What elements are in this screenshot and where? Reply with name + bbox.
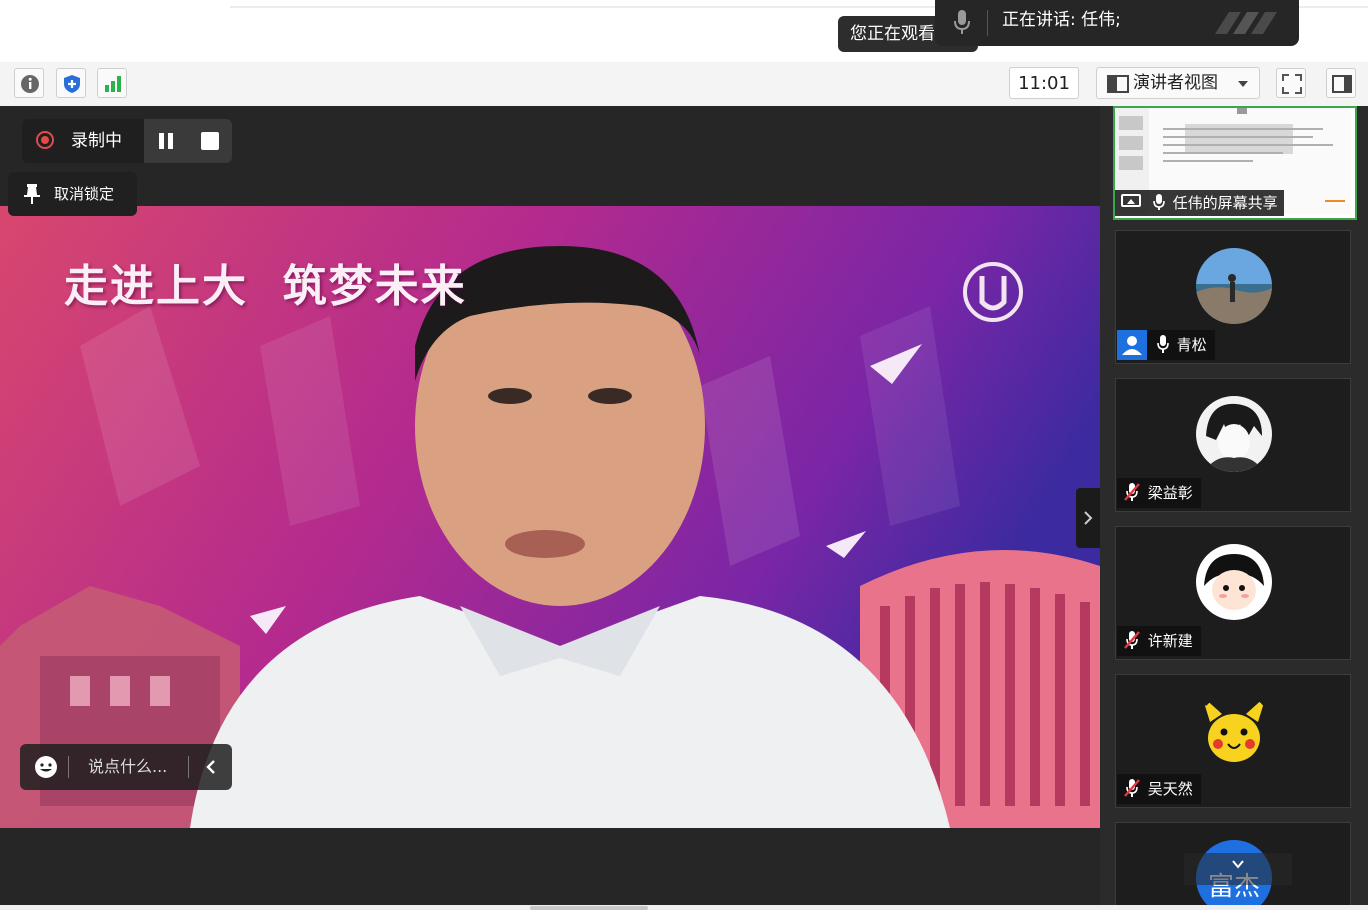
bottom-edge <box>0 905 1368 910</box>
network-button[interactable] <box>97 68 127 98</box>
avatar <box>1196 396 1272 472</box>
sidebar-toggle-button[interactable] <box>1326 68 1356 98</box>
user-icon <box>1117 330 1147 360</box>
layout-icon <box>1107 75 1129 93</box>
emoji-icon[interactable] <box>34 755 58 779</box>
speaker-video: 走进上大 筑梦未来 <box>0 206 1100 828</box>
mic-off-icon <box>1124 779 1140 797</box>
participant-tag: 青松 <box>1117 330 1215 360</box>
info-icon <box>21 75 39 93</box>
recording-buttons <box>144 119 232 163</box>
meeting-toolbar: 11:01 演讲者视图 <box>0 62 1368 107</box>
pin-icon <box>24 184 40 204</box>
chevron-down-icon <box>1232 860 1244 869</box>
chat-separator-right <box>188 756 189 778</box>
expand-overlay[interactable] <box>1184 853 1292 885</box>
info-button[interactable] <box>14 68 44 98</box>
fullscreen-icon <box>1282 74 1302 94</box>
unlock-label: 取消锁定 <box>54 185 115 203</box>
chat-separator <box>68 756 69 778</box>
screen-share-tag: 任伟的屏幕共享 <box>1115 190 1284 216</box>
participant-tag: 吴天然 <box>1117 774 1201 804</box>
chevron-down-icon <box>1238 81 1248 87</box>
participant-tile[interactable]: 梁益彰 <box>1115 378 1351 512</box>
signal-bars-icon <box>105 76 121 92</box>
collapse-sidebar-button[interactable] <box>1076 488 1100 548</box>
participant-tag: 许新建 <box>1117 626 1201 656</box>
mic-off-icon <box>1124 483 1140 501</box>
app-logo-icon <box>1215 12 1277 34</box>
participant-name: 梁益彰 <box>1147 484 1193 502</box>
mic-icon <box>1156 335 1169 353</box>
mic-off-icon <box>1124 631 1140 649</box>
participant-name: 许新建 <box>1147 632 1193 650</box>
horizontal-scrollbar[interactable] <box>530 906 648 910</box>
participant-name: 吴天然 <box>1147 780 1193 798</box>
speaking-text: 正在讲话: 任伟; <box>1002 10 1121 30</box>
stop-recording-button[interactable] <box>200 131 220 151</box>
view-mode-dropdown[interactable]: 演讲者视图 <box>1096 67 1260 99</box>
screen-share-thumbnail[interactable]: 任伟的屏幕共享 <box>1113 106 1357 220</box>
participant-name: 青松 <box>1176 336 1207 354</box>
speaking-indicator: 正在讲话: 任伟; <box>935 0 1299 46</box>
chat-input[interactable]: 说点什么... <box>20 744 232 790</box>
screen-share-label: 任伟的屏幕共享 <box>1172 194 1278 212</box>
record-dot-icon <box>36 131 54 149</box>
participant-tile[interactable]: 富杰 <box>1115 822 1351 906</box>
participant-tag: 梁益彰 <box>1117 478 1201 508</box>
participant-tile[interactable]: 许新建 <box>1115 526 1351 660</box>
speaking-separator <box>987 10 988 36</box>
panel-right-icon <box>1332 75 1352 93</box>
recording-label: 录制中 <box>71 131 122 151</box>
unlock-pin-button[interactable]: 取消锁定 <box>8 172 137 216</box>
chevron-left-icon[interactable] <box>204 759 218 775</box>
banner-slogan: 走进上大 筑梦未来 <box>64 261 467 312</box>
view-mode-label: 演讲者视图 <box>1133 73 1218 93</box>
chat-placeholder[interactable]: 说点什么... <box>88 744 167 790</box>
shield-icon <box>64 75 80 93</box>
pause-recording-button[interactable] <box>156 131 176 151</box>
avatar <box>1196 248 1272 324</box>
participant-tile[interactable]: 吴天然 <box>1115 674 1351 808</box>
security-button[interactable] <box>56 68 86 98</box>
screen-share-icon <box>1121 194 1141 207</box>
fullscreen-button[interactable] <box>1276 68 1306 98</box>
avatar <box>1196 544 1272 620</box>
mic-icon <box>954 10 970 34</box>
avatar <box>1196 692 1272 768</box>
meeting-timer: 11:01 <box>1009 67 1079 99</box>
chevron-right-icon <box>1084 511 1093 525</box>
participant-tile[interactable]: 青松 <box>1115 230 1351 364</box>
mic-icon <box>1152 194 1165 210</box>
recording-control: 录制中 <box>22 119 232 163</box>
